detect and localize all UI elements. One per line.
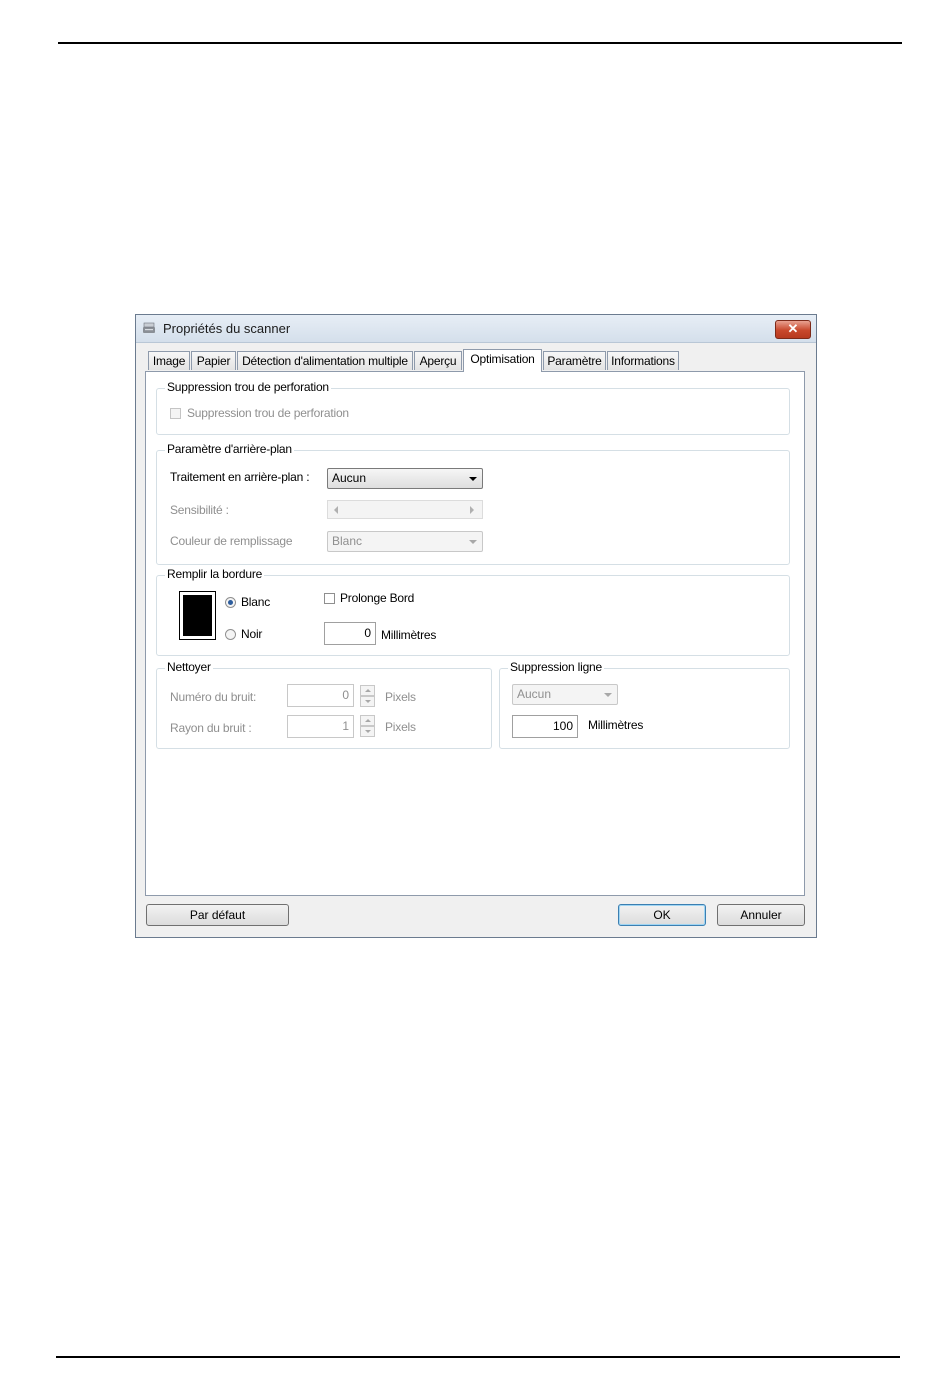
noise-number-label: Numéro du bruit: <box>170 690 257 704</box>
close-icon: ✕ <box>787 321 799 336</box>
close-button[interactable]: ✕ <box>775 320 811 339</box>
ok-button[interactable]: OK <box>618 904 706 926</box>
noise-radius-input[interactable]: 1 <box>287 715 354 738</box>
line-removal-legend: Suppression ligne <box>508 660 604 674</box>
sensitivity-slider[interactable] <box>327 500 483 519</box>
extend-edge-checkbox[interactable] <box>324 593 335 604</box>
chevron-down-icon <box>469 477 477 481</box>
spin-up-icon[interactable] <box>360 715 375 726</box>
perforation-legend: Suppression trou de perforation <box>165 380 331 394</box>
tab-parametre[interactable]: Paramètre <box>543 351 606 370</box>
border-fill-group: Remplir la bordure Blanc Noir Prolonge B… <box>156 567 790 656</box>
noise-number-input[interactable]: 0 <box>287 684 354 707</box>
border-mm-input[interactable]: 0 <box>324 622 376 645</box>
line-removal-mm-input[interactable]: 100 <box>512 715 578 738</box>
perforation-group: Suppression trou de perforation Suppress… <box>156 380 790 435</box>
border-fill-legend: Remplir la bordure <box>165 567 265 581</box>
border-black-label: Noir <box>241 627 263 641</box>
tab-optimisation[interactable]: Optimisation <box>463 349 542 372</box>
spin-up-icon[interactable] <box>360 685 375 696</box>
border-mm-label: Millimètres <box>381 628 437 642</box>
noise-radius-label: Rayon du bruit : <box>170 721 252 735</box>
scanner-icon <box>143 322 155 333</box>
tab-papier[interactable]: Papier <box>191 351 236 370</box>
tab-detection-alimentation-multiple[interactable]: Détection d'alimentation multiple <box>237 351 413 370</box>
line-removal-group: Suppression ligne Aucun 100 Millimètres <box>499 660 790 749</box>
sensitivity-label: Sensibilité : <box>170 503 229 517</box>
border-black-radio[interactable] <box>225 629 236 640</box>
tab-informations[interactable]: Informations <box>607 351 679 370</box>
chevron-down-icon <box>469 540 477 544</box>
chevron-down-icon <box>604 693 612 697</box>
title-bar[interactable]: Propriétés du scanner ✕ <box>136 315 816 343</box>
scanner-properties-dialog: Propriétés du scanner ✕ Image Papier Dét… <box>135 314 817 938</box>
background-processing-value: Aucun <box>332 471 367 485</box>
tab-apercu[interactable]: Aperçu <box>414 351 462 370</box>
border-white-radio[interactable] <box>225 597 236 608</box>
perforation-checkbox-label: Suppression trou de perforation <box>187 406 349 420</box>
spin-down-icon[interactable] <box>360 726 375 737</box>
background-processing-label: Traitement en arrière-plan : <box>170 470 310 484</box>
default-button[interactable]: Par défaut <box>146 904 289 926</box>
border-white-label: Blanc <box>241 595 271 609</box>
optimisation-panel: Suppression trou de perforation Suppress… <box>145 371 805 896</box>
fill-color-value: Blanc <box>332 534 363 548</box>
border-preview <box>179 591 216 640</box>
tab-image[interactable]: Image <box>148 351 190 370</box>
background-legend: Paramètre d'arrière-plan <box>165 442 294 456</box>
arrow-left-icon <box>334 506 338 514</box>
noise-radius-spinner[interactable] <box>360 715 375 737</box>
fill-color-label: Couleur de remplissage <box>170 534 293 548</box>
extend-edge-label: Prolonge Bord <box>340 591 415 605</box>
fill-color-select[interactable]: Blanc <box>327 531 483 552</box>
window-title: Propriétés du scanner <box>163 321 291 336</box>
line-removal-value: Aucun <box>517 687 552 701</box>
line-removal-mm-label: Millimètres <box>588 718 644 732</box>
background-processing-select[interactable]: Aucun <box>327 468 483 489</box>
noise-number-spinner[interactable] <box>360 685 375 707</box>
page-bottom-rule <box>56 1356 900 1358</box>
clean-legend: Nettoyer <box>165 660 213 674</box>
cancel-button[interactable]: Annuler <box>717 904 805 926</box>
arrow-right-icon <box>470 506 474 514</box>
clean-group: Nettoyer Numéro du bruit: 0 Pixels Rayon… <box>156 660 492 749</box>
line-removal-select[interactable]: Aucun <box>512 684 618 705</box>
background-group: Paramètre d'arrière-plan Traitement en a… <box>156 442 790 565</box>
noise-number-unit: Pixels <box>385 690 416 704</box>
noise-radius-unit: Pixels <box>385 720 416 734</box>
page-top-rule <box>58 42 902 44</box>
spin-down-icon[interactable] <box>360 696 375 707</box>
perforation-checkbox[interactable] <box>170 408 181 419</box>
